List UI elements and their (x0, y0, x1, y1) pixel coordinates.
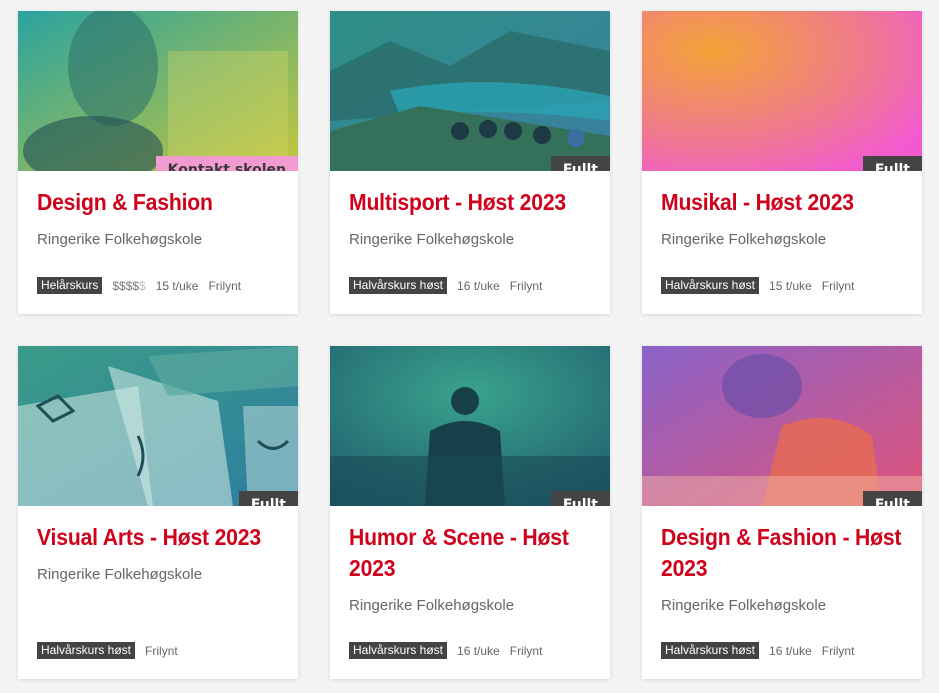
course-card[interactable]: Fullt Design & Fashion - Høst 2023 Ringe… (642, 346, 922, 679)
price-indicator: $$$$$ (112, 278, 146, 293)
course-image[interactable]: Kontakt skolen (18, 11, 298, 171)
school-name: Ringerike Folkehøgskole (349, 231, 515, 248)
course-image[interactable]: Fullt (18, 346, 298, 506)
course-title[interactable]: Design & Fashion - Høst 2023 (661, 522, 905, 584)
course-image[interactable]: Fullt (330, 346, 610, 506)
school-type: Frilynt (821, 643, 855, 658)
course-title[interactable]: Musikal - Høst 2023 (661, 187, 905, 218)
school-type: Frilynt (145, 643, 178, 658)
course-image[interactable]: Fullt (642, 11, 922, 171)
course-card[interactable]: Fullt Humor & Scene - Høst 2023 Ringerik… (330, 346, 610, 679)
school-type: Frilynt (821, 278, 855, 293)
school-name: Ringerike Folkehøgskole (661, 231, 827, 248)
school-name: Ringerike Folkehøgskole (661, 597, 827, 614)
hours-per-week: 15 t/uke (155, 278, 199, 293)
course-type-tag: Halvårskurs høst (661, 642, 760, 659)
hours-per-week: 16 t/uke (457, 643, 500, 658)
status-badge: Fullt (862, 491, 922, 506)
status-badge: Fullt (862, 156, 922, 171)
course-image[interactable]: Fullt (642, 346, 922, 506)
course-type-tag: Halvårskurs høst (349, 277, 448, 294)
course-type-tag: Helårskurs (37, 277, 103, 294)
school-name: Ringerike Folkehøgskole (37, 231, 203, 248)
course-title[interactable]: Humor & Scene - Høst 2023 (349, 522, 593, 584)
status-badge: Fullt (550, 156, 610, 171)
school-name: Ringerike Folkehøgskole (349, 597, 515, 614)
status-badge: Kontakt skolen (155, 156, 298, 171)
course-title[interactable]: Visual Arts - Høst 2023 (37, 522, 281, 553)
hours-per-week: 16 t/uke (457, 278, 500, 293)
course-card[interactable]: Fullt Multisport - Høst 2023 Ringerike F… (330, 11, 610, 314)
course-card[interactable]: Kontakt skolen Design & Fashion Ringerik… (18, 11, 298, 314)
course-type-tag: Halvårskurs høst (349, 642, 448, 659)
course-title[interactable]: Multisport - Høst 2023 (349, 187, 593, 218)
school-type: Frilynt (208, 278, 242, 293)
course-card[interactable]: Fullt Musikal - Høst 2023 Ringerike Folk… (642, 11, 922, 314)
status-badge: Fullt (550, 491, 610, 506)
course-title[interactable]: Design & Fashion (37, 187, 281, 218)
course-image[interactable]: Fullt (330, 11, 610, 171)
course-type-tag: Halvårskurs høst (37, 642, 136, 659)
hours-per-week: 15 t/uke (769, 278, 812, 293)
school-name: Ringerike Folkehøgskole (37, 566, 203, 583)
course-type-tag: Halvårskurs høst (661, 277, 760, 294)
hours-per-week: 16 t/uke (769, 643, 812, 658)
school-type: Frilynt (509, 278, 543, 293)
status-badge: Fullt (238, 491, 298, 506)
course-card[interactable]: Fullt Visual Arts - Høst 2023 Ringerike … (18, 346, 298, 679)
school-type: Frilynt (509, 643, 543, 658)
